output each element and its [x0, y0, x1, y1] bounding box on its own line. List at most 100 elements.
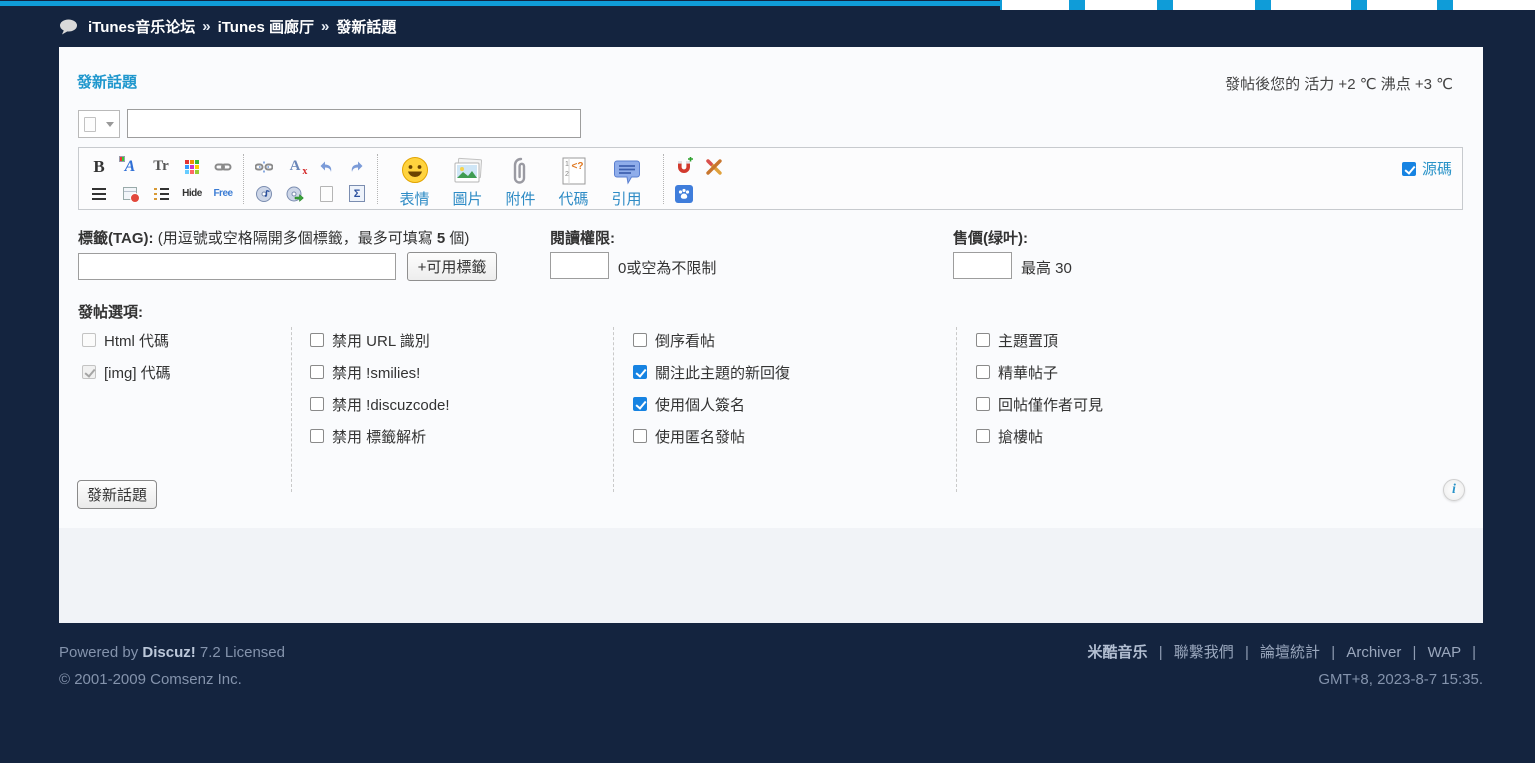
sigma-button[interactable]: Σ	[346, 183, 368, 205]
option-html-code: Html 代碼	[82, 324, 171, 356]
option-disable-discuzcode[interactable]: 禁用 !discuzcode!	[310, 388, 450, 420]
paw-button[interactable]	[673, 183, 695, 205]
magnet-icon	[675, 157, 694, 176]
topic-title-input[interactable]	[127, 109, 581, 138]
new-topic-panel: 發新話題 發帖後您的 活力 +2 ℃ 沸点 +3 ℃ B A Tr Hide	[59, 47, 1483, 528]
table-button[interactable]	[119, 183, 141, 205]
option-reverse-read[interactable]: 倒序看帖	[633, 324, 790, 356]
justify-icon	[92, 188, 106, 200]
footer-link-archiver[interactable]: Archiver	[1346, 644, 1401, 661]
option-floor-grab[interactable]: 搶樓帖	[976, 420, 1103, 452]
option-sticky-topic[interactable]: 主題置頂	[976, 324, 1103, 356]
chevron-down-icon	[106, 122, 114, 131]
quote-icon	[611, 155, 643, 187]
insert-flash-button[interactable]	[284, 183, 306, 205]
media-disc-icon	[255, 185, 273, 203]
price-input[interactable]	[953, 252, 1012, 279]
footer-link-contact[interactable]: 聯繫我們	[1174, 644, 1234, 661]
checkbox	[82, 365, 96, 379]
insert-link-button[interactable]	[212, 156, 234, 178]
available-tags-button[interactable]: +可用標籤	[407, 252, 497, 281]
font-color-button[interactable]: A	[119, 156, 141, 178]
option-subscribe-replies[interactable]: 關注此主題的新回復	[633, 356, 790, 388]
svg-text:<?: <?	[571, 161, 583, 172]
checkbox[interactable]	[633, 365, 647, 379]
remove-format-button[interactable]: Ax	[284, 156, 306, 178]
powered-by: Powered by Discuz! 7.2 Licensed	[59, 639, 285, 666]
footer: Powered by Discuz! 7.2 Licensed © 2001-2…	[0, 623, 1535, 763]
checkbox[interactable]	[976, 365, 990, 379]
option-author-only-replies[interactable]: 回帖僅作者可見	[976, 388, 1103, 420]
option-disable-url[interactable]: 禁用 URL 識別	[310, 324, 450, 356]
panel-footer-spacer	[59, 528, 1483, 623]
checkbox[interactable]	[976, 333, 990, 347]
checkbox[interactable]	[310, 397, 324, 411]
undo-button[interactable]	[315, 156, 337, 178]
discuz-new-topic-page: iTunes音乐论坛 » iTunes 画廊厅 » 發新話題 發新話題 發帖後您…	[0, 0, 1535, 763]
smiley-button[interactable]: 表情	[388, 153, 441, 209]
image-button[interactable]: 圖片	[441, 153, 494, 209]
checkbox[interactable]	[310, 333, 324, 347]
post-options-column-4: 主題置頂 精華帖子 回帖僅作者可見 搶樓帖	[976, 324, 1103, 452]
toolbar-divider	[663, 154, 664, 204]
tag-section-label: 標籤(TAG): (用逗號或空格隔開多個標籤，最多可填寫 5 個)	[78, 227, 469, 248]
svg-text:2: 2	[565, 171, 569, 178]
tag-input[interactable]	[78, 253, 396, 280]
footer-link-wap[interactable]: WAP	[1428, 644, 1461, 661]
checkbox[interactable]	[633, 429, 647, 443]
list-button[interactable]	[150, 183, 172, 205]
free-code-button[interactable]: Free	[212, 183, 234, 205]
justify-button[interactable]	[88, 183, 110, 205]
price-note: 最高 30	[1021, 257, 1072, 278]
checkbox[interactable]	[310, 429, 324, 443]
read-permission-label: 閱讀權限:	[550, 227, 615, 248]
source-code-toggle[interactable]: 源碼	[1402, 158, 1452, 179]
table-icon	[123, 187, 137, 200]
post-options-column-2: 禁用 URL 識別 禁用 !smilies! 禁用 !discuzcode! 禁…	[310, 324, 450, 452]
source-code-label: 源碼	[1422, 158, 1452, 179]
option-digest-post[interactable]: 精華帖子	[976, 356, 1103, 388]
font-size-button[interactable]: Tr	[150, 156, 172, 178]
post-options-heading: 發帖選項:	[78, 301, 143, 322]
breadcrumb-separator: »	[202, 18, 210, 35]
code-button[interactable]: 12 <? 代碼	[547, 153, 600, 209]
code-icon: 12 <?	[558, 155, 590, 187]
quote-button[interactable]: 引用	[600, 153, 653, 209]
redo-button[interactable]	[346, 156, 368, 178]
checkbox[interactable]	[633, 333, 647, 347]
pencil-cross-button[interactable]	[703, 156, 725, 178]
footer-link-mikumusic[interactable]: 米酷音乐	[1088, 644, 1148, 661]
hide-code-button[interactable]: Hide	[181, 183, 203, 205]
breadcrumb-subforum-link[interactable]: iTunes 画廊厅	[218, 16, 314, 37]
option-use-signature[interactable]: 使用個人簽名	[633, 388, 790, 420]
toolbar-group-insert: 表情 圖片 附件	[388, 153, 653, 209]
magnet-button[interactable]	[673, 156, 695, 178]
submit-new-topic-button[interactable]: 發新話題	[77, 480, 157, 509]
breadcrumb-forum-link[interactable]: iTunes音乐论坛	[88, 16, 195, 37]
remove-link-button[interactable]	[253, 156, 275, 178]
source-code-checkbox[interactable]	[1402, 162, 1416, 176]
option-disable-tag-parse[interactable]: 禁用 標籤解析	[310, 420, 450, 452]
checkbox[interactable]	[976, 397, 990, 411]
option-disable-smilies[interactable]: 禁用 !smilies!	[310, 356, 450, 388]
options-divider	[613, 327, 614, 492]
bold-button[interactable]: B	[88, 156, 110, 178]
footer-link-stats[interactable]: 論壇統計	[1260, 644, 1320, 661]
new-page-button[interactable]	[315, 183, 337, 205]
copyright: © 2001-2009 Comsenz Inc.	[59, 666, 285, 693]
checkbox[interactable]	[633, 397, 647, 411]
checkbox[interactable]	[976, 429, 990, 443]
read-permission-input[interactable]	[550, 252, 609, 279]
editor-toolbar: B A Tr Hide Free	[78, 147, 1463, 210]
toolbar-group-basic: B A Tr Hide Free	[87, 154, 235, 206]
checkbox[interactable]	[310, 365, 324, 379]
info-icon[interactable]: i	[1443, 479, 1465, 501]
palette-button[interactable]	[181, 156, 203, 178]
option-anonymous-post[interactable]: 使用匿名發帖	[633, 420, 790, 452]
palette-icon	[184, 159, 200, 175]
topic-icon-selector[interactable]	[78, 110, 120, 138]
insert-media-button[interactable]	[253, 183, 275, 205]
checkbox	[82, 333, 96, 347]
page-icon	[84, 117, 96, 132]
attachment-button[interactable]: 附件	[494, 153, 547, 209]
